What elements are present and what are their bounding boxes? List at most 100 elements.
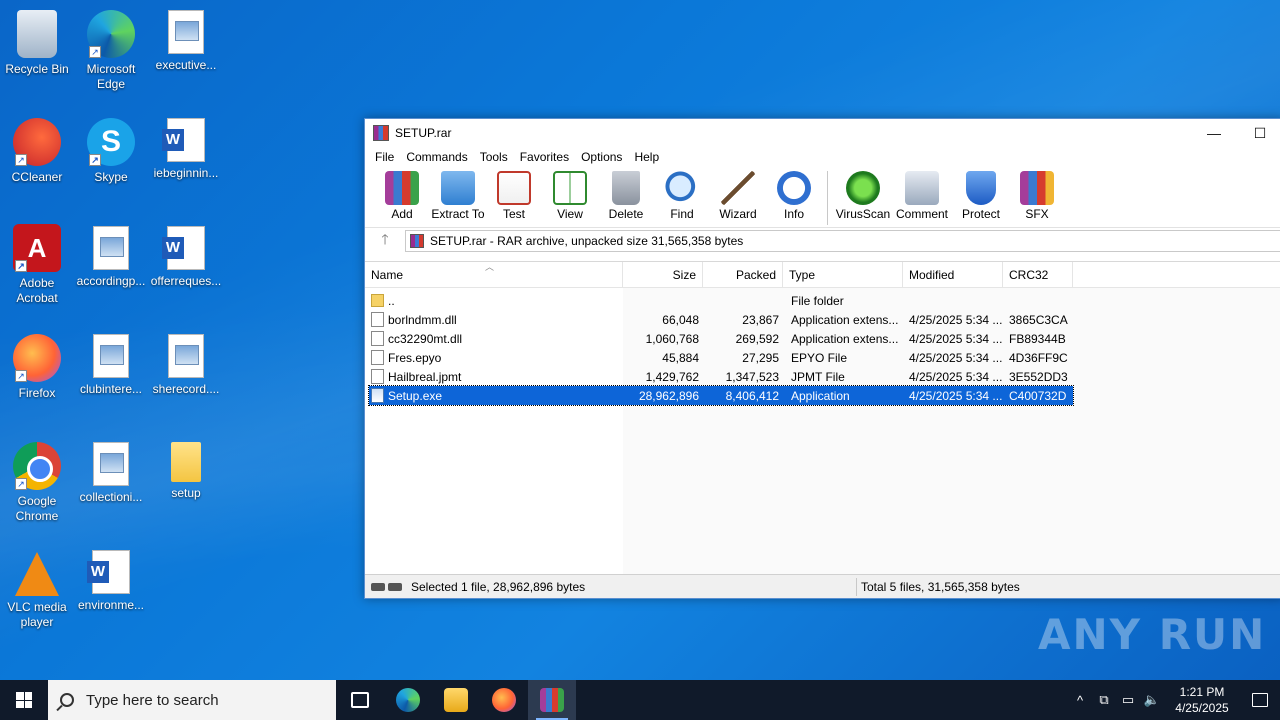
file-size: 28,962,896	[638, 388, 699, 403]
view-button[interactable]: View	[541, 167, 599, 221]
desktop-icon-label: VLC media player	[7, 600, 67, 629]
menu-help[interactable]: Help	[628, 150, 665, 164]
maximize-button[interactable]: ☐	[1237, 119, 1280, 147]
up-arrow-icon[interactable]: 🡑	[365, 229, 405, 253]
path-field[interactable]: SETUP.rar - RAR archive, unpacked size 3…	[405, 229, 1280, 252]
file-type: File folder	[791, 293, 844, 308]
add-button[interactable]: Add	[373, 167, 431, 221]
search-placeholder: Type here to search	[86, 691, 219, 709]
menu-tools[interactable]: Tools	[474, 150, 514, 164]
file-row[interactable]: Fres.epyo 45,884 27,295 EPYO File 4/25/2025 …	[369, 348, 1073, 367]
desktop-icon-vlc[interactable]: VLC media player	[0, 544, 74, 630]
sfx-icon	[1020, 171, 1054, 205]
menu-options[interactable]: Options	[575, 150, 628, 164]
desktop-icon-acrobat[interactable]: A ↗ Adobe Acrobat	[0, 218, 74, 306]
column-type[interactable]: Type	[783, 262, 903, 288]
start-button[interactable]	[0, 680, 48, 720]
desktop-icon-setup-folder[interactable]: setup	[149, 436, 223, 501]
tool-label: View	[557, 207, 583, 221]
tray-overflow-chevron-icon[interactable]: ^	[1068, 693, 1092, 708]
extract-to-button[interactable]: Extract To	[429, 167, 487, 221]
notification-center-button[interactable]	[1240, 680, 1280, 720]
file-size: 45,884	[662, 350, 699, 365]
file-packed: 269,592	[735, 331, 779, 346]
taskbar-task-view[interactable]	[336, 680, 384, 720]
info-button[interactable]: Info	[765, 167, 823, 221]
column-packed[interactable]: Packed	[703, 262, 783, 288]
image-file-icon	[93, 226, 129, 270]
desktop-icon-recycle-bin[interactable]: Recycle Bin	[0, 4, 74, 77]
window-title: SETUP.rar	[395, 126, 452, 140]
file-row[interactable]: Hailbreal.jpmt 1,429,762 1,347,523 JPMT Fil…	[369, 367, 1073, 386]
column-size[interactable]: Size	[623, 262, 703, 288]
file-row[interactable]: cc32290mt.dll 1,060,768 269,592 Application…	[369, 329, 1073, 348]
file-modified: 4/25/2025 5:34 ...	[909, 369, 1003, 384]
file-name: cc32290mt.dll	[388, 331, 463, 346]
shortcut-arrow-icon: ↗	[15, 370, 27, 382]
acrobat-icon: A ↗	[13, 224, 61, 272]
desktop-icon-firefox[interactable]: ↗ Firefox	[0, 328, 74, 401]
desktop-icon-accordingp[interactable]: accordingp...	[74, 220, 148, 289]
column-name[interactable]: Name ︿	[365, 262, 623, 288]
delete-button[interactable]: Delete	[597, 167, 655, 221]
wand-icon	[721, 171, 755, 205]
file-row[interactable]: Setup.exe 28,962,896 8,406,412 Application 4…	[368, 385, 1074, 406]
menu-favorites[interactable]: Favorites	[514, 150, 575, 164]
file-name: borlndmm.dll	[388, 312, 457, 327]
desktop-icon-skype[interactable]: S ↗ Skype	[74, 112, 148, 185]
network-icon[interactable]: ▭	[1116, 692, 1140, 708]
file-icon	[371, 369, 384, 384]
desktop-icon-sherecord[interactable]: sherecord....	[149, 328, 223, 397]
desktop-icon-ccleaner[interactable]: ↗ CCleaner	[0, 112, 74, 185]
wizard-button[interactable]: Wizard	[709, 167, 767, 221]
taskbar-search[interactable]: Type here to search	[48, 680, 336, 720]
taskbar-file-explorer[interactable]	[432, 680, 480, 720]
desktop-icon-clubintere[interactable]: clubintere...	[74, 328, 148, 397]
sfx-button[interactable]: SFX	[1008, 167, 1066, 221]
desktop-icon-label: Recycle Bin	[5, 62, 69, 76]
desktop-icon-executive[interactable]: executive...	[149, 4, 223, 73]
desktop-icon-iebeginnin[interactable]: W iebeginnin...	[149, 112, 223, 181]
test-button[interactable]: Test	[485, 167, 543, 221]
minimize-button[interactable]: —	[1191, 119, 1237, 147]
clock[interactable]: 1:21 PM 4/25/2025	[1164, 684, 1240, 716]
menu-commands[interactable]: Commands	[400, 150, 473, 164]
firefox-icon: ↗	[13, 334, 61, 382]
file-row[interactable]: .. File folder	[369, 291, 1073, 310]
desktop-icon-offerreques[interactable]: W offerreques...	[149, 220, 223, 289]
file-crc32: C400732D	[1009, 388, 1067, 403]
find-button[interactable]: Find	[653, 167, 711, 221]
column-header: Name ︿ Size Packed Type Modified CRC32	[365, 262, 1280, 288]
firefox-icon	[492, 688, 516, 712]
file-rows: .. File folder borlndmm.dll 66,048 23,867 App…	[368, 291, 1074, 406]
test-clipboard-icon	[497, 171, 531, 205]
file-row[interactable]: borlndmm.dll 66,048 23,867 Application exte…	[369, 310, 1073, 329]
column-crc32[interactable]: CRC32	[1003, 262, 1073, 288]
comment-button[interactable]: Comment	[890, 167, 954, 221]
file-packed: 1,347,523	[725, 369, 779, 384]
file-name-cell: borlndmm.dll	[369, 312, 623, 327]
taskbar-edge[interactable]	[384, 680, 432, 720]
desktop-icon-edge[interactable]: ↗ Microsoft Edge	[74, 4, 148, 92]
taskbar-firefox[interactable]	[480, 680, 528, 720]
image-file-icon	[168, 10, 204, 54]
desktop-icon-chrome[interactable]: ↗ Google Chrome	[0, 436, 74, 524]
file-name-cell: cc32290mt.dll	[369, 331, 623, 346]
key-icon[interactable]	[388, 582, 402, 591]
title-bar[interactable]: SETUP.rar — ☐	[365, 119, 1280, 147]
column-modified[interactable]: Modified	[903, 262, 1003, 288]
virusscan-button[interactable]: VirusScan	[834, 167, 892, 221]
meet-now-icon[interactable]: ⧉	[1092, 692, 1116, 708]
recycle-bin-icon	[17, 10, 57, 58]
volume-icon[interactable]: 🔈	[1140, 692, 1164, 708]
shortcut-arrow-icon: ↗	[89, 46, 101, 58]
taskbar-winrar[interactable]	[528, 680, 576, 720]
protect-button[interactable]: Protect	[952, 167, 1010, 221]
task-view-icon	[351, 692, 369, 708]
menu-file[interactable]: File	[369, 150, 400, 164]
status-bar: Selected 1 file, 28,962,896 bytes Total …	[365, 574, 1280, 598]
desktop-icon-collectioni[interactable]: collectioni...	[74, 436, 148, 505]
file-list: Name ︿ Size Packed Type Modified CRC32 ..…	[365, 261, 1280, 574]
drive-icon[interactable]	[371, 582, 385, 591]
desktop-icon-environme[interactable]: W environme...	[74, 544, 148, 613]
